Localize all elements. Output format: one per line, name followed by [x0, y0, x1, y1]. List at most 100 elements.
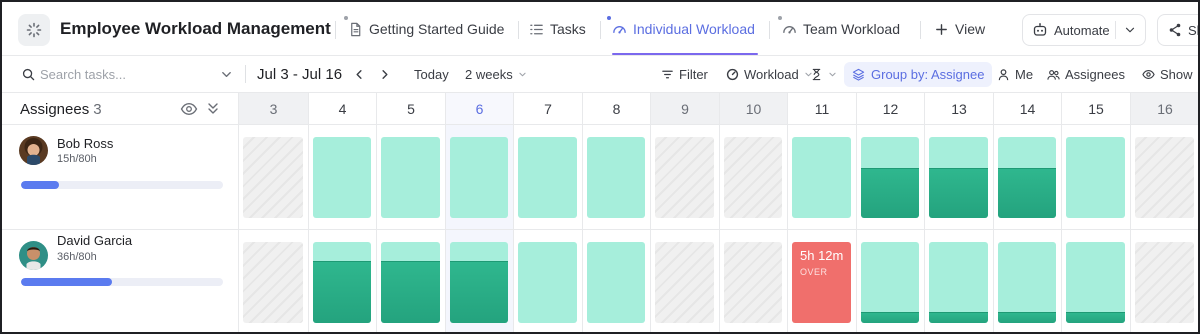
capacity-progress-fill	[21, 278, 112, 286]
period-select[interactable]: 2 weeks	[465, 56, 527, 93]
assignees-count: 3	[93, 101, 102, 118]
workload-fill	[861, 311, 919, 323]
tab-tasks[interactable]: Tasks	[529, 17, 586, 41]
day-header[interactable]: 14	[993, 93, 1061, 125]
non-working-day-cell	[243, 242, 303, 323]
chevron-left-icon	[356, 70, 362, 79]
eye-icon[interactable]	[180, 102, 198, 116]
workload-cell[interactable]	[861, 242, 919, 323]
day-header[interactable]: 16	[1130, 93, 1198, 125]
workload-cell[interactable]	[861, 137, 919, 218]
search-field[interactable]: Search tasks...	[22, 56, 126, 93]
tab-individual-workload[interactable]: Individual Workload	[612, 17, 755, 41]
search-icon	[22, 68, 35, 81]
workload-cell[interactable]	[929, 242, 988, 323]
chevron-right-icon	[382, 70, 388, 79]
day-header[interactable]: 7	[513, 93, 582, 125]
day-header[interactable]: 13	[924, 93, 993, 125]
share-button[interactable]: Sha	[1157, 14, 1198, 46]
tab-team-workload[interactable]: Team Workload	[782, 17, 900, 41]
non-working-day-cell	[1135, 137, 1194, 218]
group-by-button[interactable]: Group by: Assignee	[844, 62, 993, 87]
overload-cell[interactable]: 5h 12m OVER	[792, 242, 851, 323]
assignees-heading-label: Assignees	[20, 101, 90, 118]
workload-select[interactable]: Workload	[726, 56, 813, 93]
day-header[interactable]: 5	[376, 93, 445, 125]
show-button[interactable]: Show	[1142, 56, 1193, 93]
workload-cell[interactable]	[313, 137, 371, 218]
capacity-progress-bar	[21, 278, 223, 286]
capacity-progress-bar	[21, 181, 223, 189]
workload-cell[interactable]	[998, 242, 1056, 323]
show-label: Show	[1160, 67, 1193, 82]
workload-cell[interactable]	[1066, 242, 1125, 323]
non-working-day-cell	[243, 137, 303, 218]
workload-cell[interactable]	[381, 242, 440, 323]
day-header[interactable]: 9	[650, 93, 719, 125]
non-working-day-cell	[724, 137, 782, 218]
filter-button[interactable]: Filter	[661, 56, 708, 93]
users-icon	[1047, 70, 1060, 80]
divider	[600, 21, 601, 39]
date-range[interactable]: Jul 3 - Jul 16	[257, 56, 342, 93]
non-working-day-cell	[655, 242, 714, 323]
workload-cell[interactable]	[381, 137, 440, 218]
tab-label: Team Workload	[803, 21, 901, 37]
workload-cell[interactable]	[313, 242, 371, 323]
previous-period-button[interactable]	[353, 56, 366, 93]
day-header-today[interactable]: 6	[445, 93, 513, 125]
gauge-icon	[613, 25, 626, 33]
automate-button[interactable]: Automate	[1022, 14, 1146, 46]
space-icon[interactable]	[18, 14, 50, 46]
workload-fill	[381, 261, 440, 323]
layers-icon	[852, 68, 865, 81]
assignee-row[interactable]: Bob Ross 15h/80h	[2, 125, 238, 229]
workload-cell[interactable]	[450, 242, 508, 323]
workload-grid: Assignees 3 3 4 5 6 7 8 9 10 11 12 13 14 15 16	[2, 93, 1198, 332]
gauge-icon	[783, 25, 796, 33]
avatar[interactable]	[19, 136, 48, 165]
workload-cell[interactable]	[518, 242, 577, 323]
add-view-label: View	[955, 21, 986, 37]
non-working-day-cell	[1135, 242, 1194, 323]
day-header[interactable]: 15	[1061, 93, 1130, 125]
next-period-button[interactable]	[378, 56, 391, 93]
chevron-down-icon[interactable]	[1123, 23, 1137, 37]
workload-cell[interactable]	[587, 242, 645, 323]
plus-icon	[936, 23, 947, 35]
day-header[interactable]: 4	[308, 93, 376, 125]
day-header[interactable]: 3	[238, 93, 308, 125]
assignee-hours: 36h/80h	[57, 251, 97, 263]
day-header[interactable]: 10	[719, 93, 787, 125]
search-input[interactable]: Search tasks...	[40, 67, 126, 82]
assignee-row[interactable]: David Garcia 36h/80h	[2, 230, 238, 332]
workload-cell[interactable]	[929, 137, 988, 218]
caret-down-icon	[829, 72, 836, 77]
day-header[interactable]: 8	[582, 93, 650, 125]
divider	[335, 21, 336, 39]
workload-cell[interactable]	[998, 137, 1056, 218]
me-filter-button[interactable]: Me	[997, 56, 1033, 93]
divider	[245, 65, 246, 83]
workload-cell[interactable]	[792, 137, 851, 218]
search-options-toggle[interactable]	[220, 56, 233, 93]
doc-icon	[351, 22, 361, 36]
tab-getting-started-guide[interactable]: Getting Started Guide	[348, 17, 504, 41]
workload-cell[interactable]	[587, 137, 645, 218]
time-estimate-select[interactable]	[810, 56, 837, 93]
assignees-filter-button[interactable]: Assignees	[1047, 56, 1125, 93]
today-button[interactable]: Today	[414, 56, 449, 93]
workload-cell[interactable]	[1066, 137, 1125, 218]
day-header[interactable]: 12	[856, 93, 924, 125]
overload-time: 5h 12m	[800, 248, 844, 263]
collapse-all-icon[interactable]	[206, 101, 220, 116]
day-header[interactable]: 11	[787, 93, 856, 125]
add-view-button[interactable]: View	[934, 17, 985, 41]
workload-cell[interactable]	[450, 137, 508, 218]
gauge-icon	[726, 68, 739, 81]
avatar[interactable]	[19, 241, 48, 270]
chevron-down-icon	[222, 71, 231, 78]
assignees-label: Assignees	[1065, 67, 1125, 82]
robot-icon	[1033, 23, 1047, 36]
workload-cell[interactable]	[518, 137, 577, 218]
